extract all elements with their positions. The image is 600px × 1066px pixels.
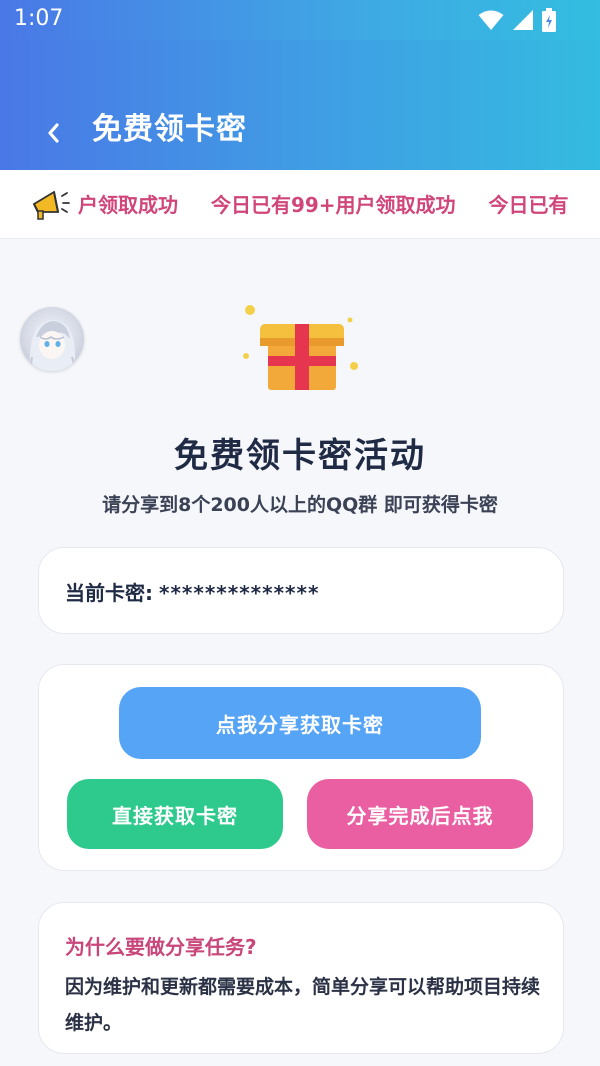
- activity-title: 免费领卡密活动: [174, 436, 426, 476]
- megaphone-icon: [32, 190, 70, 220]
- app-header: 免费领卡密: [0, 40, 600, 170]
- back-chevron-icon: [48, 123, 59, 143]
- back-button[interactable]: [36, 116, 70, 150]
- avatar[interactable]: [20, 307, 84, 371]
- signal-icon: [513, 10, 533, 30]
- announcement-ticker: 户领取成功 今日已有99+用户领取成功 今日已有: [0, 170, 600, 239]
- card-key-line: 当前卡密: **************: [65, 577, 319, 606]
- wifi-icon: [478, 10, 504, 30]
- status-bar: 1:07: [0, 0, 600, 40]
- actions-panel: 点我分享获取卡密 直接获取卡密 分享完成后点我: [38, 664, 564, 871]
- page-title: 免费领卡密: [92, 112, 247, 147]
- why-question: 为什么要做分享任务?: [65, 935, 257, 959]
- activity-subtitle: 请分享到8个200人以上的QQ群 即可获得卡密: [102, 494, 498, 516]
- ticker-item: 户领取成功: [78, 193, 178, 217]
- share-done-button[interactable]: 分享完成后点我: [307, 779, 533, 849]
- ticker-item: 今日已有99+用户领取成功: [210, 193, 456, 217]
- share-get-key-button[interactable]: 点我分享获取卡密: [119, 687, 481, 759]
- ticker-track: 户领取成功 今日已有99+用户领取成功 今日已有: [78, 189, 595, 218]
- ticker-item: 今日已有: [488, 193, 569, 217]
- why-share-panel: 为什么要做分享任务? 因为维护和更新都需要成本，简单分享可以帮助项目持续维护。: [38, 902, 564, 1054]
- why-answer: 因为维护和更新都需要成本，简单分享可以帮助项目持续维护。: [65, 976, 541, 1034]
- status-time: 1:07: [14, 6, 64, 31]
- card-key-panel: 当前卡密: **************: [38, 547, 564, 634]
- status-icons: [478, 8, 556, 32]
- card-key-value: **************: [159, 581, 320, 605]
- direct-get-key-button[interactable]: 直接获取卡密: [67, 779, 283, 849]
- card-key-label: 当前卡密:: [65, 581, 153, 605]
- avatar-image: [29, 320, 75, 371]
- gift-icon: [243, 305, 358, 390]
- battery-icon: [542, 8, 556, 32]
